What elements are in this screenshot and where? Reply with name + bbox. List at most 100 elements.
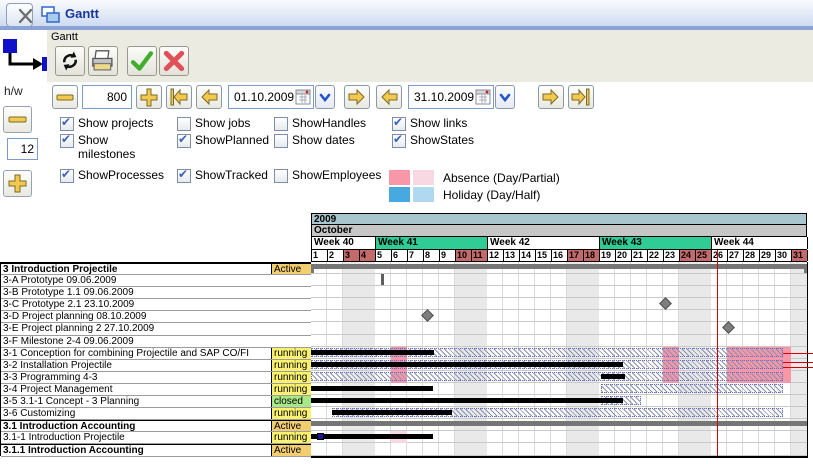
calendar-icon[interactable] (475, 89, 491, 105)
week-header-cell: Week 44 (712, 237, 808, 249)
increase-row-height-button[interactable] (3, 170, 32, 197)
checkbox[interactable] (60, 117, 74, 131)
weeks-header: Week 40Week 41Week 42Week 43Week 44 (311, 236, 807, 250)
chart-width-input[interactable] (82, 85, 132, 109)
confirm-button[interactable] (127, 46, 157, 76)
task-row[interactable]: 3.1 Introduction AccountingActive (1, 420, 311, 432)
task-row[interactable]: 3-1 Conception for combining Projectile … (1, 348, 311, 360)
tracked-bar[interactable] (311, 362, 623, 367)
checkbox-label: ShowPlanned (195, 133, 269, 147)
titlebar: Gantt (0, 0, 813, 26)
tracked-bar[interactable] (311, 398, 623, 403)
prev-period-from-button[interactable] (196, 85, 222, 109)
option-show-dates: Show dates (274, 133, 355, 148)
milestone-diamond[interactable] (421, 310, 434, 323)
date-from-field[interactable]: 01.10.2009 (228, 85, 314, 109)
checkbox[interactable] (274, 169, 288, 183)
next-period-to-button[interactable] (538, 85, 564, 109)
zoom-in-button[interactable] (136, 85, 162, 109)
date-from-value: 01.10.2009 (234, 90, 294, 104)
row-height-input[interactable] (7, 138, 38, 160)
tracked-bar[interactable] (311, 386, 433, 391)
checkbox-label: Show links (410, 116, 467, 130)
summary-bar[interactable] (311, 421, 807, 426)
task-list: 3 Introduction ProjectileActive3-A Proto… (0, 262, 311, 456)
task-row[interactable]: 3-3 Programming 4-3running (1, 372, 311, 384)
link-line (783, 353, 813, 354)
gantt-row (311, 298, 807, 310)
checkbox[interactable] (274, 117, 288, 131)
checkbox[interactable] (177, 134, 191, 148)
decrease-row-height-button[interactable] (3, 106, 32, 133)
date-from-dropdown-button[interactable] (315, 85, 335, 109)
gantt-row (311, 419, 807, 431)
link-anchor[interactable] (317, 433, 324, 440)
task-label: 3-5 3.1-1 Concept - 3 Planning (3, 396, 269, 408)
refresh-icon (56, 47, 84, 75)
option-showemployees: ShowEmployees (274, 168, 381, 183)
day-header-cell: 4 (360, 250, 376, 261)
gantt-row (311, 335, 807, 347)
checkbox[interactable] (60, 134, 74, 148)
prev-period-to-button[interactable] (376, 85, 402, 109)
option-show-milestones: Show milestones (60, 133, 148, 161)
task-row[interactable]: 3-B Prototype 1.1 09.06.2009 (1, 287, 311, 299)
absence-day-swatch (389, 170, 410, 185)
day-header-cell: 20 (616, 250, 632, 261)
task-row[interactable]: 3-2 Installation Projectilerunning (1, 360, 311, 372)
task-row[interactable]: 3-A Prototype 09.06.2009 (1, 275, 311, 287)
task-label: 3-2 Installation Projectile (3, 360, 269, 372)
day-header-cell: 19 (600, 250, 616, 261)
task-row[interactable]: 3-6 Customizingrunning (1, 408, 311, 420)
absence-partial-swatch (413, 170, 434, 185)
checkbox-label: Show dates (292, 133, 355, 147)
checkbox[interactable] (392, 134, 406, 148)
day-header-cell: 10 (456, 250, 472, 261)
tracked-bar[interactable] (311, 434, 433, 439)
milestone-diamond[interactable] (722, 322, 735, 335)
checkbox-label: Show projects (78, 116, 153, 130)
task-row[interactable]: 3-C Prototype 2.1 23.10.2009 (1, 299, 311, 311)
checkbox[interactable] (177, 117, 191, 131)
checkbox[interactable] (60, 169, 74, 183)
close-button[interactable] (6, 3, 33, 27)
tracked-bar[interactable] (601, 374, 625, 379)
task-row[interactable]: 3 Introduction ProjectileActive (1, 263, 311, 275)
toolbar-group-label: Gantt (51, 31, 78, 43)
task-row[interactable]: 3-F Milestone 2-4 09.06.2009 (1, 336, 311, 348)
next-period-from-button[interactable] (344, 85, 370, 109)
checkbox[interactable] (177, 169, 191, 183)
task-row[interactable]: 3-5 3.1-1 Concept - 3 Planningclosed (1, 396, 311, 408)
checkbox[interactable] (274, 134, 288, 148)
calendar-icon[interactable] (295, 89, 311, 105)
gantt-row (311, 262, 807, 274)
date-to-dropdown-button[interactable] (495, 85, 515, 109)
task-row[interactable]: 3.1.1 Introduction AccountingActive (1, 444, 311, 456)
day-header-cell: 27 (728, 250, 744, 261)
print-button[interactable] (88, 46, 118, 76)
tracked-bar[interactable] (311, 350, 434, 355)
date-to-field[interactable]: 31.10.2009 (408, 85, 494, 109)
gantt-row (311, 395, 807, 407)
milestone-diamond[interactable] (659, 297, 672, 310)
day-header-cell: 3 (344, 250, 360, 261)
task-label: 3-1 Conception for combining Projectile … (3, 348, 269, 360)
goto-end-button[interactable] (568, 85, 594, 109)
task-row[interactable]: 3-4 Project Managementrunning (1, 384, 311, 396)
planned-bar[interactable] (601, 384, 783, 393)
goto-start-button[interactable] (166, 85, 192, 109)
task-row[interactable]: 3.1-1 Introduction Projectilerunning (1, 432, 311, 444)
date-to-value: 31.10.2009 (414, 90, 474, 104)
cancel-button[interactable] (159, 46, 189, 76)
refresh-button[interactable] (55, 46, 85, 76)
task-row[interactable]: 3-E Project planning 2 27.10.2009 (1, 323, 311, 335)
checkbox[interactable] (392, 117, 406, 131)
zoom-out-button[interactable] (52, 85, 78, 109)
tracked-bar[interactable] (332, 410, 452, 415)
handle-tick[interactable] (381, 274, 384, 285)
planned-bar[interactable] (311, 372, 783, 381)
summary-bar[interactable] (311, 264, 807, 269)
day-header-cell: 31 (792, 250, 808, 261)
task-row[interactable]: 3-D Project planning 08.10.2009 (1, 311, 311, 323)
day-header-cell: 18 (584, 250, 600, 261)
